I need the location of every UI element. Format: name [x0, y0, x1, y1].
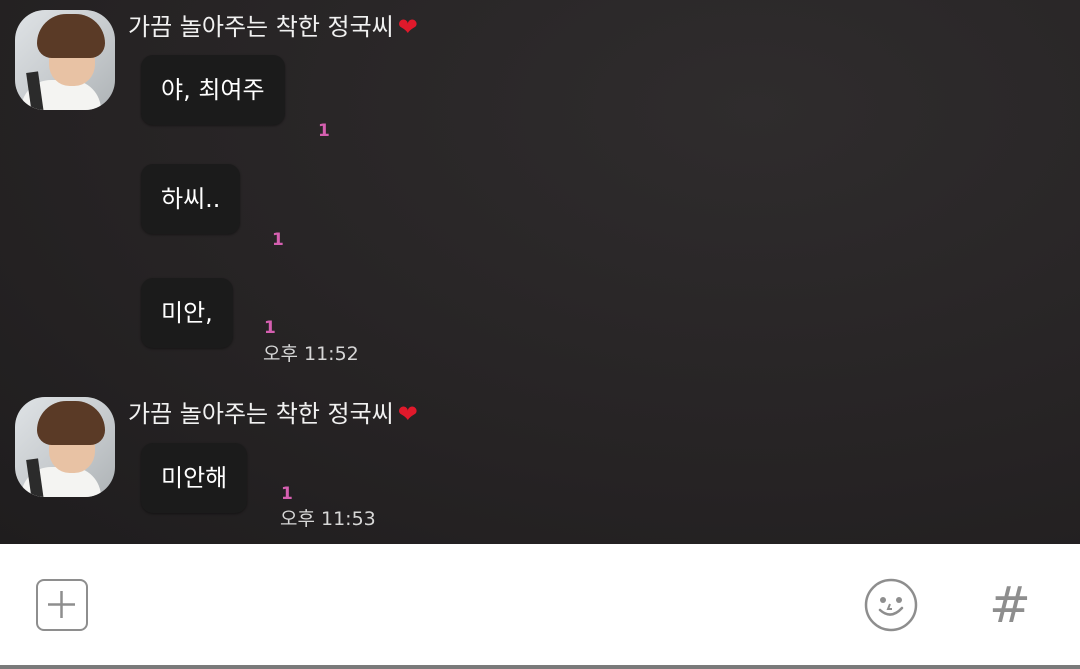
message-time: 오후 11:52: [263, 343, 359, 365]
avatar[interactable]: [15, 10, 115, 110]
unread-count: 1: [272, 230, 284, 250]
avatar[interactable]: [15, 397, 115, 497]
unread-count: 1: [318, 121, 330, 141]
chat-area[interactable]: 가끔 놀아주는 착한 정국씨 ❤ 야, 최여주 1 하씨.. 1 미안, 1 오후…: [0, 0, 1080, 544]
message-text: 하씨..: [161, 185, 221, 213]
sender-name: 가끔 놀아주는 착한 정국씨 ❤: [128, 399, 418, 429]
sender-name-text: 가끔 놀아주는 착한 정국씨: [128, 400, 394, 428]
message-text: 야, 최여주: [161, 76, 265, 104]
divider: [0, 665, 1080, 669]
message-text: 미안,: [161, 299, 213, 327]
plus-icon[interactable]: [36, 579, 88, 631]
heart-icon: ❤: [397, 13, 418, 41]
sender-name: 가끔 놀아주는 착한 정국씨 ❤: [128, 12, 418, 42]
message-bubble[interactable]: 미안,: [141, 278, 233, 348]
message-text: 미안해: [161, 464, 228, 492]
message-bubble[interactable]: 미안해: [141, 443, 248, 513]
input-bar: #: [0, 544, 1080, 669]
unread-count: 1: [264, 318, 276, 338]
hashtag-button[interactable]: #: [985, 578, 1035, 632]
unread-count: 1: [281, 484, 293, 504]
message-bubble[interactable]: 하씨..: [141, 164, 241, 234]
sender-name-text: 가끔 놀아주는 착한 정국씨: [128, 13, 394, 41]
emoji-icon[interactable]: [864, 578, 918, 632]
message-time: 오후 11:53: [280, 508, 376, 530]
message-bubble[interactable]: 야, 최여주: [141, 55, 285, 125]
heart-icon: ❤: [397, 400, 418, 428]
